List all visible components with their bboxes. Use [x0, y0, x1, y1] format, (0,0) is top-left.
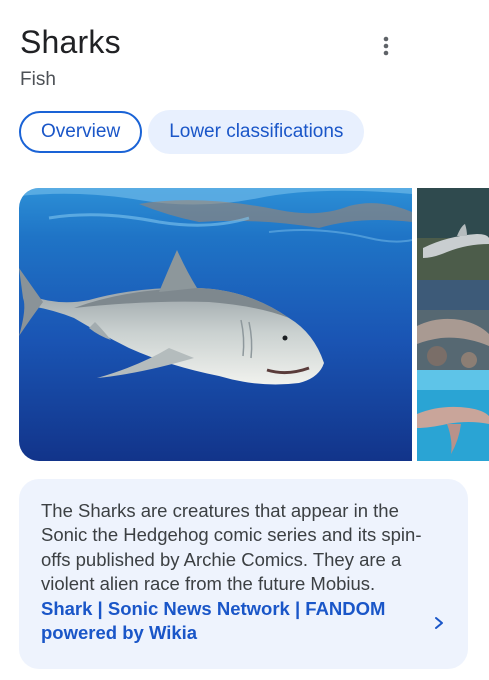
more-options-button[interactable] — [370, 30, 402, 62]
shark-turquoise-water-photo[interactable] — [417, 370, 489, 461]
tab-bar: Overview Lower classifications — [19, 110, 365, 154]
page-title: Sharks — [20, 24, 121, 60]
chevron-right-icon[interactable] — [432, 613, 446, 633]
source-link[interactable]: Shark | Sonic News Network | FANDOM powe… — [41, 597, 421, 646]
more-vert-icon — [383, 36, 389, 56]
description-card: The Sharks are creatures that appear in … — [19, 479, 468, 669]
shark-seafloor-photo[interactable] — [417, 188, 489, 280]
tab-lower-classifications[interactable]: Lower classifications — [148, 110, 365, 154]
description-text: The Sharks are creatures that appear in … — [41, 500, 422, 595]
great-white-shark-photo[interactable] — [19, 188, 412, 461]
knowledge-panel: Sharks Fish Overview Lower classificatio… — [0, 0, 489, 680]
shark-rocks-photo[interactable] — [417, 280, 489, 370]
tab-overview[interactable]: Overview — [19, 111, 143, 153]
entity-type: Fish — [20, 69, 56, 90]
image-carousel-strip — [417, 188, 489, 461]
